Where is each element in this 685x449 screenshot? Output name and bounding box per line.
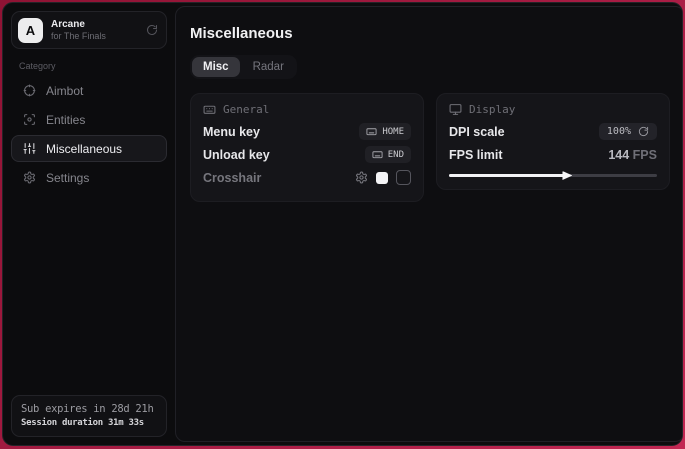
- fps-limit-label: FPS limit: [449, 148, 502, 162]
- sidebar-item-miscellaneous[interactable]: Miscellaneous: [11, 135, 167, 162]
- tab-radar[interactable]: Radar: [242, 57, 295, 77]
- sidebar-item-label: Entities: [46, 113, 85, 127]
- color-swatch[interactable]: [376, 172, 388, 184]
- category-label: Category: [19, 61, 159, 71]
- unload-key-row: Unload key END: [203, 143, 411, 166]
- keyboard-icon: [372, 149, 383, 160]
- subscription-status-card: Sub expires in 28d 21h Session duration …: [11, 395, 167, 437]
- unload-key-label: Unload key: [203, 148, 270, 162]
- menu-key-row: Menu key HOME: [203, 120, 411, 143]
- gear-icon: [23, 171, 36, 184]
- app-logo: A: [18, 18, 43, 43]
- sidebar-item-aimbot[interactable]: Aimbot: [11, 77, 167, 104]
- sync-icon[interactable]: [146, 24, 158, 36]
- general-card: General Menu key HOME Unload key: [190, 93, 424, 202]
- fps-limit-value: 144 FPS: [608, 148, 657, 162]
- display-card-header: Display: [449, 103, 657, 116]
- gear-icon[interactable]: [355, 171, 368, 184]
- fps-limit-row: FPS limit 144 FPS: [449, 143, 657, 166]
- dpi-scale-row: DPI scale 100%: [449, 120, 657, 143]
- app-name: Arcane: [51, 19, 106, 31]
- app-window: A Arcane for The Finals Category Aimbot …: [2, 2, 683, 446]
- unload-key-button[interactable]: END: [365, 146, 411, 163]
- sidebar: A Arcane for The Finals Category Aimbot …: [3, 3, 175, 445]
- dpi-scale-label: DPI scale: [449, 125, 505, 139]
- sliders-icon: [23, 142, 36, 155]
- main-panel: Miscellaneous Misc Radar General Menu ke…: [175, 6, 683, 442]
- general-card-header: General: [203, 103, 411, 116]
- refresh-icon: [638, 126, 649, 137]
- sidebar-item-settings[interactable]: Settings: [11, 164, 167, 191]
- slider-thumb[interactable]: [562, 171, 572, 180]
- sidebar-item-label: Settings: [46, 171, 89, 185]
- crosshair-row: Crosshair: [203, 166, 411, 189]
- keyboard-icon: [203, 103, 216, 116]
- brand-text: Arcane for The Finals: [51, 19, 106, 42]
- crosshair-icon: [23, 84, 36, 97]
- app-subtitle: for The Finals: [51, 31, 106, 42]
- sidebar-item-label: Miscellaneous: [46, 142, 122, 156]
- menu-key-button[interactable]: HOME: [359, 123, 411, 140]
- crosshair-label: Crosshair: [203, 171, 261, 185]
- tab-bar: Misc Radar: [190, 55, 297, 79]
- dpi-scale-select[interactable]: 100%: [599, 123, 657, 140]
- sidebar-item-label: Aimbot: [46, 84, 83, 98]
- slider-fill: [449, 174, 565, 177]
- sub-expiry-text: Sub expires in 28d 21h: [21, 403, 157, 415]
- session-duration-text: Session duration 31m 33s: [21, 418, 157, 428]
- tab-misc[interactable]: Misc: [192, 57, 240, 77]
- page-title: Miscellaneous: [190, 25, 670, 42]
- brand-card: A Arcane for The Finals: [11, 11, 167, 49]
- menu-key-label: Menu key: [203, 125, 260, 139]
- sidebar-item-entities[interactable]: Entities: [11, 106, 167, 133]
- display-card: Display DPI scale 100% FPS limit 144 FPS: [436, 93, 670, 190]
- cards-row: General Menu key HOME Unload key: [190, 93, 670, 202]
- monitor-icon: [449, 103, 462, 116]
- crosshair-controls: [355, 170, 411, 185]
- scan-icon: [23, 113, 36, 126]
- crosshair-checkbox[interactable]: [396, 170, 411, 185]
- keyboard-icon: [366, 126, 377, 137]
- fps-limit-slider[interactable]: [449, 174, 657, 177]
